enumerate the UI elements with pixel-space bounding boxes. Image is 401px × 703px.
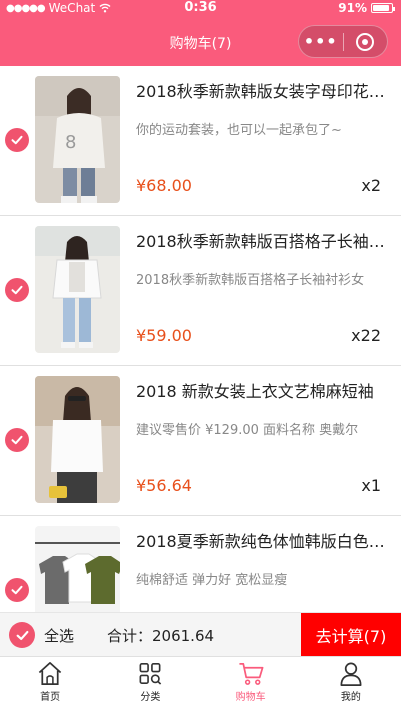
- product-description: 你的运动套装，也可以一起承包了~: [136, 123, 342, 138]
- battery-icon: [371, 3, 395, 13]
- mini-program-capsule: •••: [298, 25, 388, 58]
- checkmark-icon: [11, 435, 23, 445]
- product-description: 2018秋季新款韩版百搭格子长袖衬衫女: [136, 273, 365, 288]
- tab-label: 分类: [140, 692, 161, 703]
- cart-item[interactable]: 2018夏季新款纯色体恤韩版白色短袖 纯棉舒适 弹力好 宽松显瘦: [0, 516, 401, 612]
- checkout-bar: 全选 合计：2061.64 去计算(7): [0, 612, 401, 656]
- checkmark-icon: [11, 285, 23, 295]
- select-all-label[interactable]: 全选: [44, 625, 74, 646]
- cart-icon: [239, 662, 264, 685]
- home-icon: [38, 662, 62, 685]
- battery-percent: 91%: [338, 1, 367, 15]
- product-price: ¥68.00: [136, 176, 192, 195]
- item-checkbox[interactable]: [5, 578, 29, 602]
- tab-label: 我的: [340, 692, 361, 703]
- checkout-button[interactable]: 去计算(7): [301, 613, 401, 656]
- product-title[interactable]: 2018秋季新款韩版女装字母印花宽松连帽卫衣: [136, 78, 388, 102]
- more-dots-icon[interactable]: •••: [299, 25, 343, 58]
- product-price: ¥56.64: [136, 476, 192, 495]
- close-miniprogram-button[interactable]: [343, 32, 387, 51]
- checkmark-icon: [11, 135, 23, 145]
- target-close-icon: [356, 32, 375, 51]
- item-checkbox[interactable]: [5, 428, 29, 452]
- item-checkbox[interactable]: [5, 278, 29, 302]
- category-icon: [139, 663, 162, 685]
- item-checkbox[interactable]: [5, 128, 29, 152]
- tab-label: 首页: [40, 692, 61, 703]
- product-thumbnail[interactable]: [35, 526, 120, 612]
- product-thumbnail[interactable]: [35, 376, 120, 503]
- cart-list[interactable]: 8 2018秋季新款韩版女装字母印花宽松连帽卫衣 你的运动套装，也可以一起承包了…: [0, 66, 401, 612]
- product-thumbnail[interactable]: 8: [35, 76, 120, 203]
- tab-cart[interactable]: 购物车: [201, 657, 301, 703]
- product-title[interactable]: 2018 新款女装上衣文艺棉麻短袖: [136, 378, 388, 402]
- tab-bar: 首页 分类 购物车 我的: [0, 656, 401, 703]
- cart-item[interactable]: 2018秋季新款韩版百搭格子长袖衬衫 2018秋季新款韩版百搭格子长袖衬衫女 ¥…: [0, 216, 401, 366]
- product-title[interactable]: 2018秋季新款韩版百搭格子长袖衬衫: [136, 228, 388, 252]
- total-amount: 合计：2061.64: [107, 627, 215, 645]
- user-icon: [340, 662, 362, 686]
- select-all-checkbox[interactable]: [9, 622, 35, 648]
- product-price: ¥59.00: [136, 326, 192, 345]
- status-bar: ●●●●● WeChat 0:36 91%: [0, 0, 401, 18]
- cart-item[interactable]: 8 2018秋季新款韩版女装字母印花宽松连帽卫衣 你的运动套装，也可以一起承包了…: [0, 66, 401, 216]
- product-quantity: x22: [351, 326, 381, 345]
- checkmark-icon: [11, 585, 23, 595]
- product-title[interactable]: 2018夏季新款纯色体恤韩版白色短袖: [136, 528, 388, 552]
- tab-home[interactable]: 首页: [0, 657, 100, 703]
- product-quantity: x2: [361, 176, 381, 195]
- cart-item[interactable]: 2018 新款女装上衣文艺棉麻短袖 建议零售价 ¥129.00 面料名称 奥戴尔…: [0, 366, 401, 516]
- product-thumbnail[interactable]: [35, 226, 120, 353]
- tab-profile[interactable]: 我的: [301, 657, 401, 703]
- checkmark-icon: [16, 630, 28, 640]
- svg-text:8: 8: [65, 132, 76, 153]
- product-quantity: x1: [361, 476, 381, 495]
- nav-bar: 购物车(7) •••: [0, 18, 401, 66]
- tab-label: 购物车: [235, 692, 266, 703]
- product-description: 建议零售价 ¥129.00 面料名称 奥戴尔: [136, 423, 359, 438]
- product-description: 纯棉舒适 弹力好 宽松显瘦: [136, 573, 288, 588]
- tab-category[interactable]: 分类: [100, 657, 200, 703]
